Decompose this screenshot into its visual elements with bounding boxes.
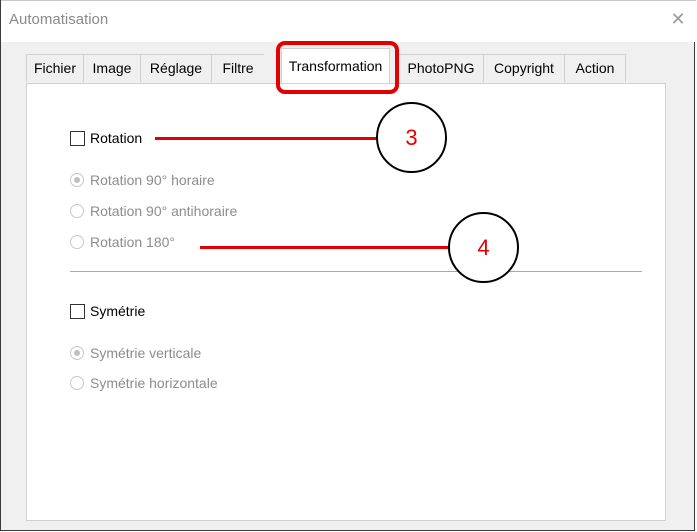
group-separator: [70, 271, 642, 272]
symmetry-label: Symétrie: [90, 303, 146, 319]
callout-3-badge: 3: [376, 102, 447, 173]
automatisation-dialog: Automatisation ✕ Fichier Image Réglage F…: [0, 0, 696, 531]
symmetry-vertical-radio[interactable]: [70, 346, 84, 360]
tab-transformation[interactable]: Transformation: [281, 48, 390, 83]
callout-4-line: [200, 246, 450, 249]
callout-3-line: [155, 137, 380, 140]
title-bar: Automatisation ✕: [1, 0, 696, 42]
rotation-checkbox[interactable]: [70, 131, 85, 146]
rotation-180-radio[interactable]: [70, 235, 84, 249]
rotation-180-label: Rotation 180°: [90, 234, 175, 250]
symmetry-checkbox[interactable]: [70, 304, 85, 319]
tab-fichier[interactable]: Fichier: [26, 54, 83, 82]
rotation-90-ccw-radio[interactable]: [70, 204, 84, 218]
window-title: Automatisation: [9, 11, 109, 28]
symmetry-horizontal-label: Symétrie horizontale: [90, 375, 218, 391]
symmetry-horizontal-radio[interactable]: [70, 376, 84, 390]
rotation-90-cw-label: Rotation 90° horaire: [90, 172, 215, 188]
callout-4-badge: 4: [448, 212, 519, 283]
tab-image[interactable]: Image: [83, 54, 140, 82]
tab-strip: Fichier Image Réglage Filtre Transformat…: [26, 48, 676, 83]
rotation-90-ccw-label: Rotation 90° antihoraire: [90, 203, 238, 219]
tab-photopng[interactable]: PhotoPNG: [398, 54, 483, 82]
tab-copyright[interactable]: Copyright: [483, 54, 564, 82]
rotation-90-cw-radio[interactable]: [70, 173, 84, 187]
tab-action[interactable]: Action: [564, 54, 626, 82]
tab-filtre[interactable]: Filtre: [211, 54, 264, 82]
close-icon[interactable]: ✕: [666, 7, 690, 31]
tab-reglage[interactable]: Réglage: [140, 54, 211, 82]
transformation-panel: [26, 83, 666, 521]
symmetry-vertical-label: Symétrie verticale: [90, 345, 202, 361]
rotation-label: Rotation: [90, 130, 143, 146]
